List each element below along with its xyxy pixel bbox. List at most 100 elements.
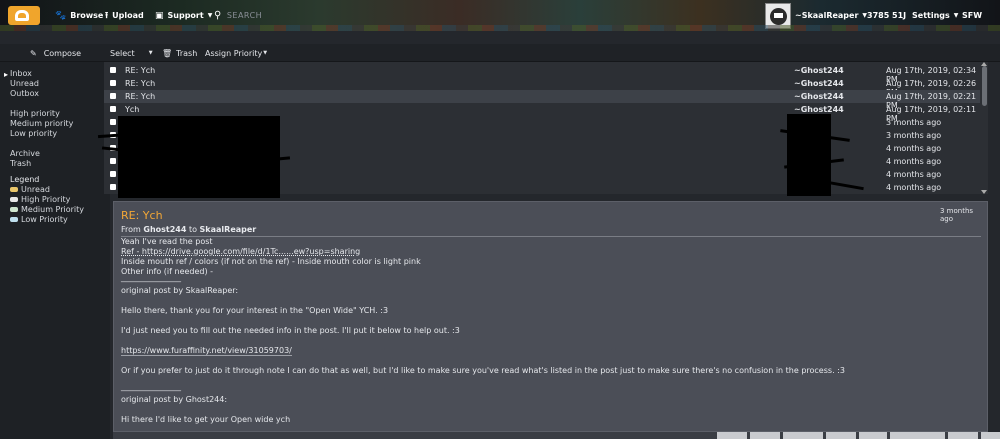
message-title: RE: Ych (121, 209, 163, 222)
row-checkbox[interactable] (110, 158, 116, 164)
sidebar-item-archive[interactable]: Archive (10, 149, 40, 159)
sidebar-item-medium-priority[interactable]: Medium priority (10, 119, 73, 129)
chevron-down-icon: ▼ (263, 50, 268, 56)
row-checkbox[interactable] (110, 80, 116, 86)
bottom-button[interactable] (750, 432, 780, 439)
message-toolbar: ✎ Compose Select ▼ 🗑 Trash Assign Priori… (0, 44, 1000, 62)
message-date: 4 months ago (886, 157, 942, 166)
table-row[interactable]: RE: Ych ~Ghost244 Aug 17th, 2019, 02:26 … (104, 77, 980, 97)
recipient-link[interactable]: SkaalReaper (200, 225, 257, 234)
scroll-down-icon[interactable] (981, 190, 987, 194)
redaction-block (118, 116, 280, 198)
avatar[interactable] (765, 3, 791, 29)
legend-label: High Priority (21, 195, 71, 204)
active-folder-marker: ▸ (4, 70, 9, 79)
select-menu[interactable]: Select ▼ (110, 44, 153, 62)
unread-swatch-icon (10, 187, 18, 192)
row-checkbox[interactable] (110, 106, 116, 112)
legend-label: Medium Priority (21, 205, 85, 214)
bottom-button[interactable] (948, 432, 978, 439)
quoted-header: original post by Ghost244: (121, 395, 228, 404)
pencil-icon: ✎ (30, 48, 37, 58)
message-date: 4 months ago (886, 144, 942, 153)
sidebar-item-low-priority[interactable]: Low priority (10, 129, 57, 139)
user-menu[interactable]: ~SkaalReaper ▼ (795, 0, 867, 31)
sidebar-item-trash[interactable]: Trash (10, 159, 31, 169)
settings-label: Settings (912, 11, 950, 20)
table-row[interactable]: RE: Ych ~Ghost244 Aug 17th, 2019, 02:34 … (104, 64, 980, 84)
message-date: 3 months ago (886, 131, 942, 140)
sidebar-item-outbox[interactable]: Outbox (10, 89, 39, 99)
bottom-button[interactable] (890, 432, 945, 439)
upload-icon: ⭱ (105, 10, 109, 21)
support-menu[interactable]: ▣ Support ▼ (155, 0, 212, 31)
chevron-down-icon: ▼ (207, 12, 213, 19)
divider-line: _______________ (121, 273, 181, 282)
legend-label: Low Priority (21, 215, 68, 224)
compose-label: Compose (43, 48, 82, 58)
legend-label: Unread (21, 185, 50, 194)
sidebar: ▸ Inbox Unread Outbox High priority Medi… (0, 62, 110, 439)
support-label: Support (167, 11, 204, 20)
divider-line: _______________ (121, 382, 181, 391)
search-input[interactable]: ⚲ SEARCH (214, 0, 262, 31)
table-row[interactable]: RE: Ych ~Ghost244 Aug 17th, 2019, 02:21 … (104, 90, 980, 110)
site-logo[interactable] (8, 6, 40, 25)
message-subject[interactable]: RE: Ych (125, 66, 155, 75)
table-row[interactable]: Ych ~Ghost244 Aug 17th, 2019, 02:11 PM (104, 103, 980, 123)
row-checkbox[interactable] (110, 171, 116, 177)
settings-menu[interactable]: Settings ▼ (912, 0, 958, 31)
message-date: 4 months ago (886, 170, 942, 179)
sfw-label: SFW (962, 11, 983, 20)
message-line: Yeah I've read the post (121, 237, 213, 246)
sender-link[interactable]: Ghost244 (143, 225, 186, 234)
message-time: 3 months ago (940, 207, 974, 223)
message-line: Inside mouth ref / colors (if not on the… (121, 257, 421, 266)
row-checkbox[interactable] (110, 93, 116, 99)
message-from-line: From Ghost244 to SkaalReaper (121, 225, 981, 237)
bottom-button[interactable] (981, 432, 1000, 439)
sidebar-item-inbox[interactable]: Inbox (10, 69, 32, 79)
sidebar-item-high-priority[interactable]: High priority (10, 109, 60, 119)
compose-button[interactable]: ✎ Compose (30, 44, 81, 62)
message-sender[interactable]: ~Ghost244 (794, 92, 844, 101)
message-view: RE: Ych 3 months ago From Ghost244 to Sk… (113, 201, 988, 432)
upload-button[interactable]: ⭱ Upload (105, 0, 144, 31)
message-sender[interactable]: ~Ghost244 (794, 105, 844, 114)
drive-link[interactable]: Ref - https://drive.google.com/file/d/1T… (121, 247, 360, 256)
message-line: I'd just need you to fill out the needed… (121, 326, 460, 335)
message-line: Or if you prefer to just do it through n… (121, 366, 845, 375)
top-navigation-bar: 🐾 Browse ⭱ Upload ▣ Support ▼ ⚲ SEARCH ~… (0, 0, 1000, 31)
notification-counts[interactable]: 3785 51J (867, 0, 906, 31)
row-checkbox[interactable] (110, 67, 116, 73)
chevron-down-icon: ▼ (148, 50, 153, 56)
message-date: 4 months ago (886, 183, 942, 192)
assign-priority-menu[interactable]: Assign Priority ▼ (205, 44, 267, 62)
scrollbar-thumb[interactable] (982, 66, 987, 106)
message-sender[interactable]: ~Ghost244 (794, 66, 844, 75)
message-subject[interactable]: RE: Ych (125, 92, 155, 101)
furaffinity-link[interactable]: https://www.furaffinity.net/view/3105970… (121, 346, 292, 356)
message-list-scrollbar[interactable] (980, 62, 988, 194)
to-word: to (188, 225, 197, 234)
low-priority-swatch-icon (10, 217, 18, 222)
sidebar-item-unread[interactable]: Unread (10, 79, 39, 89)
bottom-button[interactable] (783, 432, 823, 439)
message-subject[interactable]: Ych (125, 105, 139, 114)
sfw-toggle[interactable]: SFW (962, 0, 982, 31)
support-icon: ▣ (155, 10, 164, 21)
message-sender[interactable]: ~Ghost244 (794, 79, 844, 88)
message-subject[interactable]: RE: Ych (125, 79, 155, 88)
browse-label: Browse (70, 11, 104, 20)
trash-button[interactable]: 🗑 Trash (162, 44, 197, 62)
legend-item-high-priority: High Priority (10, 195, 70, 205)
browse-button[interactable]: 🐾 Browse (55, 0, 103, 31)
row-checkbox[interactable] (110, 119, 116, 125)
legend-title: Legend (10, 175, 40, 184)
bottom-button[interactable] (859, 432, 887, 439)
bottom-button[interactable] (826, 432, 856, 439)
search-placeholder: SEARCH (226, 11, 263, 20)
row-checkbox[interactable] (110, 184, 116, 190)
bottom-button[interactable] (717, 432, 747, 439)
trash-icon: 🗑 (162, 48, 173, 58)
